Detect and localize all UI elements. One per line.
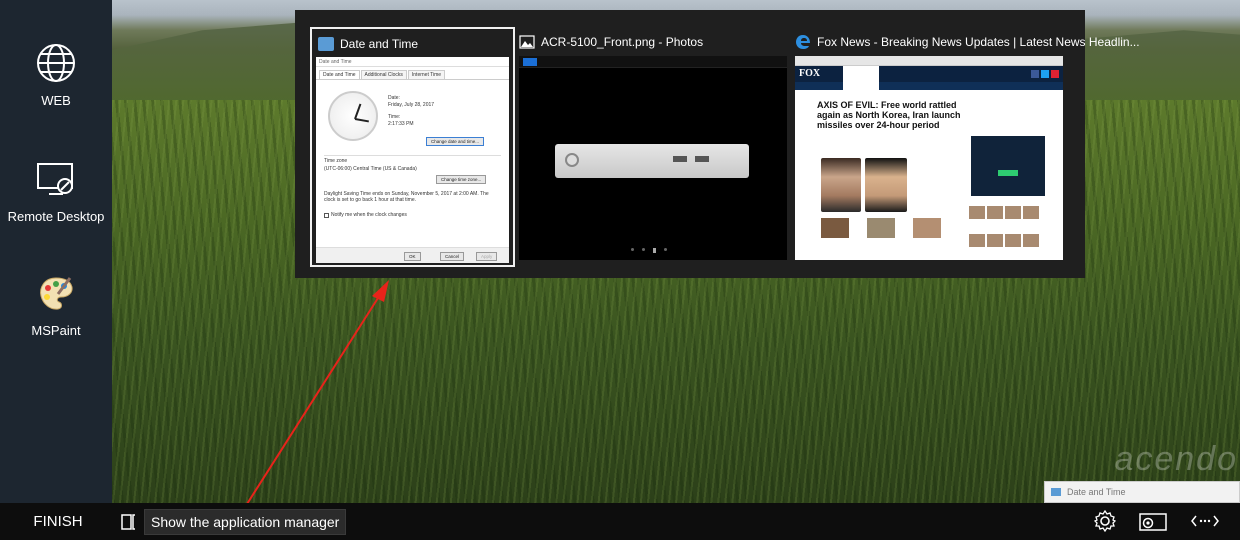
timezone-value: (UTC-06:00) Central Time (US & Canada) (324, 166, 417, 172)
notify-label: Notify me when the clock changes (331, 212, 407, 218)
browser-tabs-bar (795, 56, 1063, 66)
nav-dot[interactable] (653, 248, 656, 253)
news-ad-button[interactable] (998, 170, 1018, 176)
news-thumb (969, 234, 985, 247)
news-thumb (913, 218, 941, 238)
change-date-time-button[interactable]: Change date and time... (426, 137, 485, 146)
date-label: Date: (388, 95, 400, 101)
share-icon[interactable] (1051, 70, 1059, 78)
photos-badge (523, 58, 537, 66)
sidebar-item-label: MSPaint (31, 323, 81, 338)
notify-row: Notify me when the clock changes (324, 212, 407, 218)
window-thumb-title: Fox News - Breaking News Updates | Lates… (795, 30, 1140, 54)
time-value: 2:17:33 PM (388, 121, 414, 127)
window-thumb-date-time[interactable]: Date and Time Date and Time Date and Tim… (310, 27, 515, 267)
news-ad-box (843, 66, 879, 92)
photos-preview (519, 56, 787, 260)
change-timezone-button[interactable]: Change time zone... (436, 175, 487, 184)
window-title-label: Date and Time (340, 37, 419, 51)
date-time-icon (1051, 488, 1061, 496)
twitter-icon[interactable] (1041, 70, 1049, 78)
window-title-label: Fox News - Breaking News Updates | Lates… (817, 35, 1140, 49)
dialog-tabs: Date and Time Additional Clocks Internet… (316, 67, 509, 80)
app-manager-button[interactable] (116, 507, 144, 537)
edge-browser-icon (796, 35, 810, 49)
cancel-button[interactable]: Cancel (440, 252, 465, 261)
device-image (555, 144, 749, 178)
notification-toast[interactable]: Date and Time (1044, 481, 1240, 503)
analog-clock (328, 91, 378, 141)
notification-label: Date and Time (1067, 487, 1126, 497)
expand-arrows-icon[interactable] (1190, 510, 1220, 532)
news-thumb (1005, 206, 1021, 219)
timezone-label: Time zone (324, 155, 501, 164)
dst-info-text: Daylight Saving Time ends on Sunday, Nov… (324, 191, 489, 203)
dialog-title: Date and Time (316, 57, 509, 67)
device-port (695, 156, 709, 162)
notify-checkbox[interactable] (324, 212, 329, 218)
sidebar-item-label: WEB (41, 93, 71, 108)
dialog-footer: OK Cancel Apply (316, 247, 509, 263)
window-thumb-title: ACR-5100_Front.png - Photos (519, 30, 703, 54)
photos-toolbar (519, 56, 787, 68)
news-photo-2 (865, 158, 907, 212)
photos-icon (519, 35, 535, 49)
globe-icon (37, 44, 75, 82)
photos-nav-dots (631, 248, 667, 253)
time-label: Time: (388, 114, 401, 120)
date-value: Friday, July 28, 2017 (388, 102, 435, 108)
clock-hour-hand (354, 103, 362, 120)
taskbar: FINISH Show the application manager (0, 503, 1240, 540)
nav-dot[interactable] (642, 248, 645, 251)
settings-icon[interactable] (1094, 510, 1116, 532)
sidebar: WEB Remote Desktop MSPaint (0, 0, 112, 503)
app-manager-icon (121, 514, 135, 530)
news-page-preview: FOX AXIS OF EVIL: Free world rattled aga… (795, 56, 1063, 260)
device-knob (565, 153, 579, 167)
window-thumb-fox-news[interactable]: Fox News - Breaking News Updates | Lates… (795, 30, 1140, 260)
news-thumb (987, 206, 1003, 219)
news-photo-1 (821, 158, 861, 212)
sidebar-item-label: Remote Desktop (7, 209, 105, 224)
clock-minute-hand (354, 118, 369, 123)
news-ad-panel (971, 136, 1045, 196)
news-thumb (987, 234, 1003, 247)
tab-internet-time[interactable]: Internet Time (407, 70, 446, 79)
news-thumb (969, 206, 985, 219)
device-port (673, 156, 687, 162)
date-time-dialog-preview: Date and Time Date and Time Additional C… (316, 57, 509, 263)
screen-settings-icon[interactable] (1136, 510, 1170, 532)
news-headline: AXIS OF EVIL: Free world rattled again a… (817, 100, 961, 130)
finish-button[interactable]: FINISH (0, 503, 116, 540)
news-subnav (795, 82, 1063, 90)
sidebar-item-web[interactable]: WEB (0, 42, 112, 110)
window-thumb-title: Date and Time (318, 32, 418, 56)
news-thumb (821, 218, 849, 238)
sidebar-item-remote-desktop[interactable]: Remote Desktop (0, 160, 112, 226)
tab-date-time[interactable]: Date and Time (319, 70, 360, 79)
application-switcher: Date and Time Date and Time Date and Tim… (295, 10, 1140, 278)
paint-palette-icon (40, 277, 73, 310)
news-thumb (1023, 206, 1039, 219)
news-thumb (1023, 234, 1039, 247)
tab-additional-clocks[interactable]: Additional Clocks (360, 70, 407, 79)
ok-button[interactable]: OK (404, 252, 421, 261)
nav-dot[interactable] (631, 248, 634, 251)
sidebar-item-mspaint[interactable]: MSPaint (0, 274, 112, 340)
remote-desktop-icon (37, 163, 73, 195)
news-thumb (1005, 234, 1021, 247)
window-title-label: ACR-5100_Front.png - Photos (541, 35, 704, 49)
news-nav: FOX (795, 66, 1063, 92)
date-time-icon (318, 37, 334, 51)
app-manager-tooltip: Show the application manager (144, 509, 347, 535)
window-thumb-photos[interactable]: ACR-5100_Front.png - Photos (519, 30, 789, 260)
watermark-logo: acendo (1114, 440, 1238, 478)
nav-dot[interactable] (664, 248, 667, 251)
news-logo: FOX (799, 68, 821, 79)
facebook-icon[interactable] (1031, 70, 1039, 78)
news-thumb (867, 218, 895, 238)
apply-button[interactable]: Apply (476, 252, 498, 261)
